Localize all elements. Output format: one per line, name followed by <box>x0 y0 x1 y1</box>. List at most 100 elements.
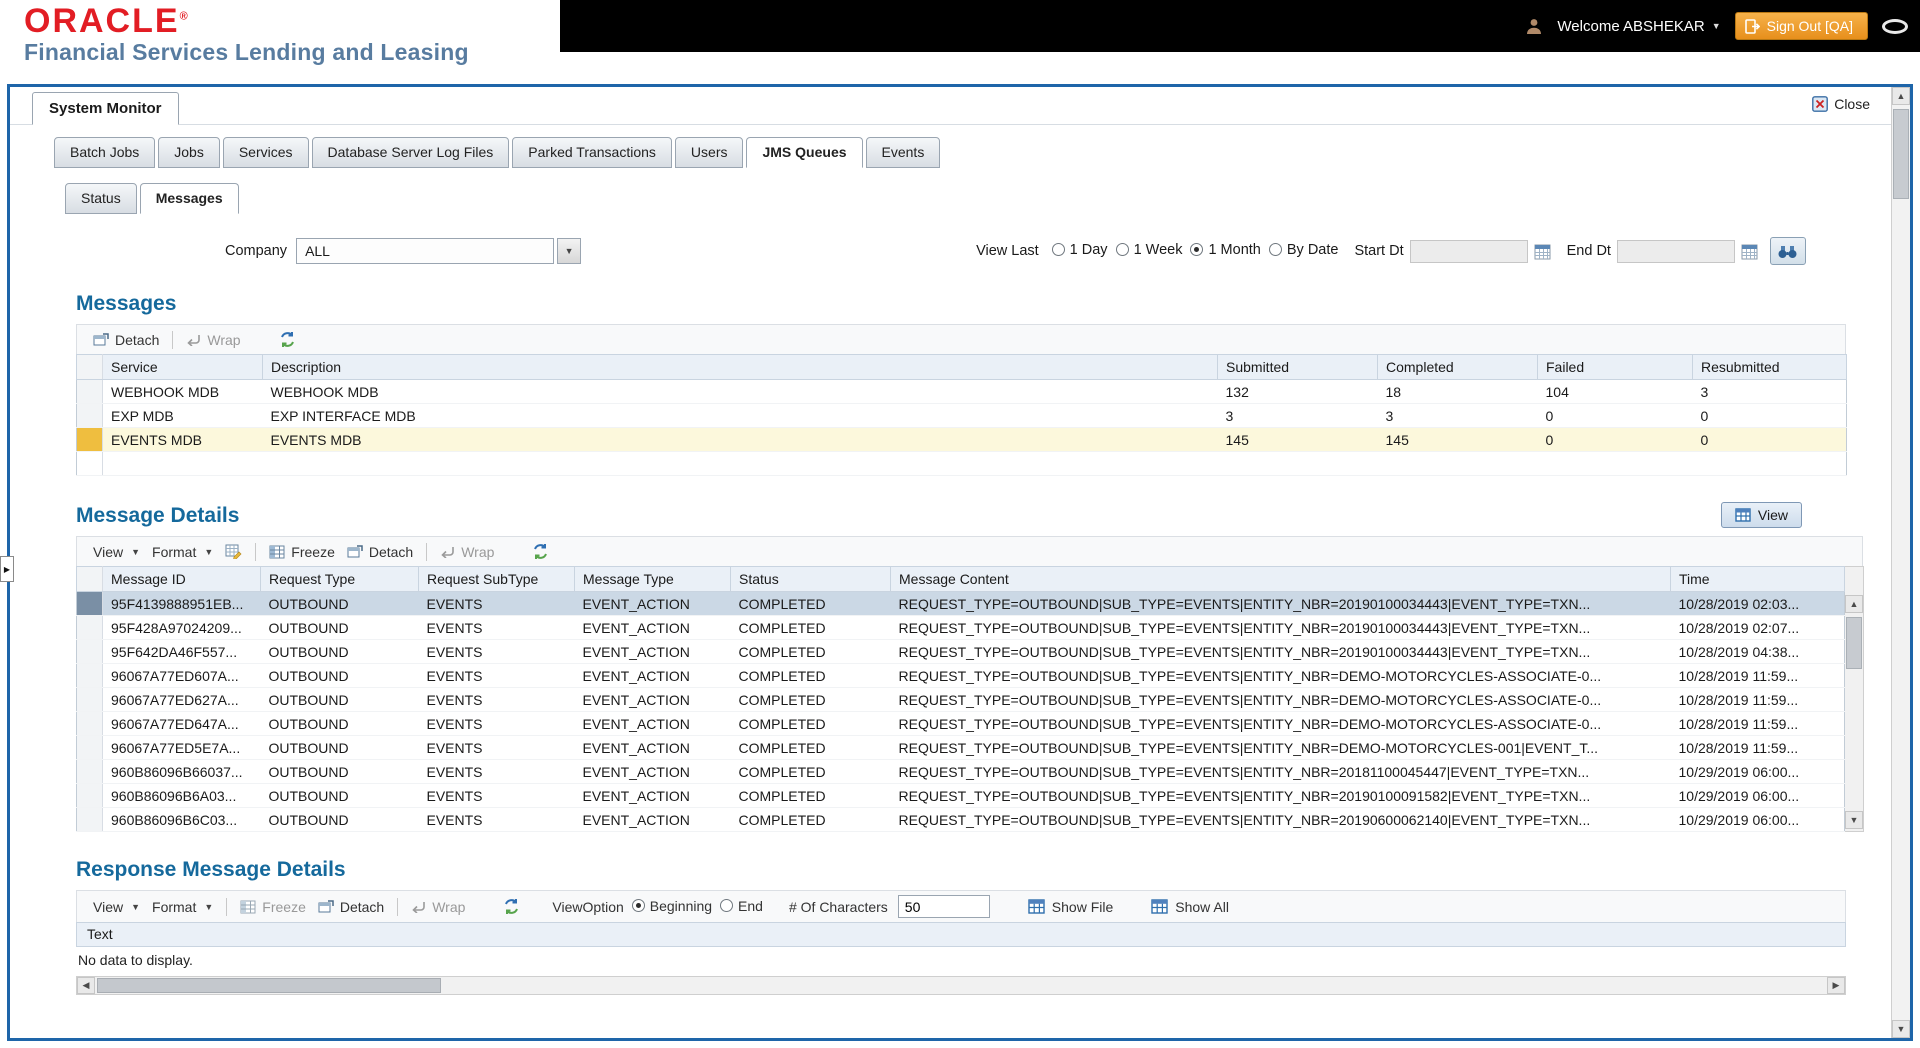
scrollbar-thumb[interactable] <box>97 978 441 993</box>
table-row[interactable]: EVENTS MDB EVENTS MDB 145 145 0 0 <box>76 427 1847 452</box>
row-selector[interactable] <box>76 615 103 640</box>
table-row[interactable]: 95F428A97024209... OUTBOUND EVENTS EVENT_AC… <box>76 615 1845 640</box>
md-freeze-button[interactable]: Freeze <box>263 542 341 562</box>
tab-jms-queues[interactable]: JMS Queues <box>746 137 863 168</box>
tab-events[interactable]: Events <box>865 137 941 168</box>
row-selector[interactable] <box>76 427 103 452</box>
company-dropdown-button[interactable]: ▼ <box>557 238 582 264</box>
column-header-status[interactable]: Status <box>730 566 891 592</box>
subtab-status[interactable]: Status <box>65 183 137 214</box>
row-selector[interactable] <box>76 759 103 784</box>
table-row[interactable]: 96067A77ED627A... OUTBOUND EVENTS EVENT_ACT… <box>76 687 1845 712</box>
row-selector[interactable] <box>76 711 103 736</box>
table-row[interactable]: 95F4139888951EB... OUTBOUND EVENTS EVENT_AC… <box>76 591 1845 616</box>
column-header-completed[interactable]: Completed <box>1377 354 1538 380</box>
table-row[interactable]: EXP MDB EXP INTERFACE MDB 3 3 0 0 <box>76 403 1847 428</box>
table-row[interactable]: 960B86096B6C03... OUTBOUND EVENTS EVENT_ACT… <box>76 807 1845 832</box>
horizontal-scrollbar[interactable]: ◀ ▶ <box>76 976 1846 995</box>
view-last-radio-1-day[interactable]: 1 Day <box>1051 242 1108 258</box>
close-button[interactable]: Close <box>1812 96 1870 112</box>
show-all-button[interactable]: Show All <box>1151 899 1229 915</box>
scroll-up-arrow[interactable]: ▲ <box>1845 595 1863 613</box>
column-header-message-content[interactable]: Message Content <box>890 566 1671 592</box>
column-header-request-type[interactable]: Request Type <box>260 566 419 592</box>
window-title-tab[interactable]: System Monitor <box>32 92 179 125</box>
view-message-button[interactable]: View <box>1720 502 1802 528</box>
table-row[interactable]: 960B86096B6A03... OUTBOUND EVENTS EVENT_ACT… <box>76 783 1845 808</box>
column-header-resubmitted[interactable]: Resubmitted <box>1692 354 1847 380</box>
detach-button[interactable]: Detach <box>87 330 165 350</box>
row-selector[interactable] <box>76 639 103 664</box>
sign-out-button[interactable]: Sign Out [QA] <box>1734 12 1868 40</box>
view-option-radio-beginning[interactable]: Beginning <box>631 898 712 914</box>
panel-expand-handle[interactable]: ▶ <box>0 556 14 582</box>
table-row[interactable]: 960B86096B66037... OUTBOUND EVENTS EVENT_AC… <box>76 759 1845 784</box>
tab-services[interactable]: Services <box>222 137 309 168</box>
scrollbar-thumb[interactable] <box>1893 109 1909 199</box>
column-header-time[interactable]: Time <box>1670 566 1845 592</box>
wrap-button[interactable]: Wrap <box>180 330 246 350</box>
scroll-down-arrow[interactable]: ▼ <box>1892 1020 1910 1038</box>
welcome-user-menu[interactable]: Welcome ABSHEKAR ▼ <box>1557 18 1720 35</box>
column-header-service[interactable]: Service <box>102 354 263 380</box>
resp-refresh-button[interactable] <box>497 896 526 917</box>
md-detach-button[interactable]: Detach <box>341 542 419 562</box>
view-option-radio-end[interactable]: End <box>720 898 763 914</box>
chars-input[interactable] <box>897 895 990 918</box>
export-table-button[interactable] <box>219 542 248 561</box>
column-header-description[interactable]: Description <box>262 354 1218 380</box>
table-row[interactable]: 96067A77ED5E7A... OUTBOUND EVENTS EVENT_ACT… <box>76 735 1845 760</box>
subtab-messages[interactable]: Messages <box>139 183 239 214</box>
response-text-column-header[interactable]: Text <box>76 922 1846 947</box>
column-header-submitted[interactable]: Submitted <box>1217 354 1378 380</box>
tab-batch-jobs[interactable]: Batch Jobs <box>54 137 156 168</box>
tab-database-server-log-files[interactable]: Database Server Log Files <box>311 137 510 168</box>
md-refresh-button[interactable] <box>526 541 555 562</box>
tab-parked-transactions[interactable]: Parked Transactions <box>512 137 672 168</box>
row-selector[interactable] <box>76 687 103 712</box>
md-view-menu[interactable]: View ▼ <box>87 542 146 562</box>
view-last-radio-1-week[interactable]: 1 Week <box>1115 242 1182 258</box>
row-selector[interactable] <box>76 807 103 832</box>
row-selector[interactable] <box>76 663 103 688</box>
view-last-radio-1-month[interactable]: 1 Month <box>1190 242 1261 258</box>
row-selector[interactable] <box>76 735 103 760</box>
company-combobox[interactable]: ALL ▼ <box>296 238 582 264</box>
scroll-down-arrow[interactable]: ▼ <box>1845 811 1863 829</box>
resp-view-menu[interactable]: View ▼ <box>87 897 146 917</box>
view-last-radio-by-date[interactable]: By Date <box>1268 242 1338 258</box>
resp-freeze-button[interactable]: Freeze <box>234 897 312 917</box>
window-vertical-scrollbar[interactable]: ▲ ▼ <box>1891 87 1910 1038</box>
start-dt-input[interactable] <box>1409 239 1528 263</box>
refresh-button[interactable] <box>273 329 302 350</box>
scroll-up-arrow[interactable]: ▲ <box>1892 87 1910 105</box>
resp-detach-button[interactable]: Detach <box>312 897 390 917</box>
table-row[interactable]: 96067A77ED647A... OUTBOUND EVENTS EVENT_ACT… <box>76 711 1845 736</box>
column-header-request-subtype[interactable]: Request SubType <box>418 566 575 592</box>
table-row[interactable]: 95F642DA46F557... OUTBOUND EVENTS EVENT_ACT… <box>76 639 1845 664</box>
message-details-scrollbar[interactable]: ▲ ▼ <box>1845 566 1864 832</box>
tab-users[interactable]: Users <box>674 137 744 168</box>
md-format-menu[interactable]: Format ▼ <box>146 542 219 562</box>
end-dt-calendar-icon[interactable] <box>1741 243 1758 260</box>
row-selector[interactable] <box>76 379 103 404</box>
tab-jobs[interactable]: Jobs <box>158 137 220 168</box>
resp-wrap-button[interactable]: Wrap <box>405 897 471 917</box>
column-header-message-type[interactable]: Message Type <box>574 566 731 592</box>
search-button[interactable] <box>1769 237 1806 265</box>
row-selector[interactable] <box>76 783 103 808</box>
scroll-left-arrow[interactable]: ◀ <box>77 977 95 994</box>
end-dt-input[interactable] <box>1616 239 1735 263</box>
start-dt-calendar-icon[interactable] <box>1534 243 1551 260</box>
show-file-button[interactable]: Show File <box>1028 899 1113 915</box>
row-selector[interactable] <box>76 591 103 616</box>
column-header-message-id[interactable]: Message ID <box>102 566 261 592</box>
table-row[interactable]: WEBHOOK MDB WEBHOOK MDB 132 18 104 3 <box>76 379 1847 404</box>
md-wrap-button[interactable]: Wrap <box>434 542 500 562</box>
company-value[interactable]: ALL <box>296 238 555 264</box>
resp-format-menu[interactable]: Format ▼ <box>146 897 219 917</box>
table-row[interactable]: 96067A77ED607A... OUTBOUND EVENTS EVENT_ACT… <box>76 663 1845 688</box>
scroll-right-arrow[interactable]: ▶ <box>1827 977 1845 994</box>
scrollbar-thumb[interactable] <box>1846 617 1862 669</box>
column-header-failed[interactable]: Failed <box>1537 354 1693 380</box>
